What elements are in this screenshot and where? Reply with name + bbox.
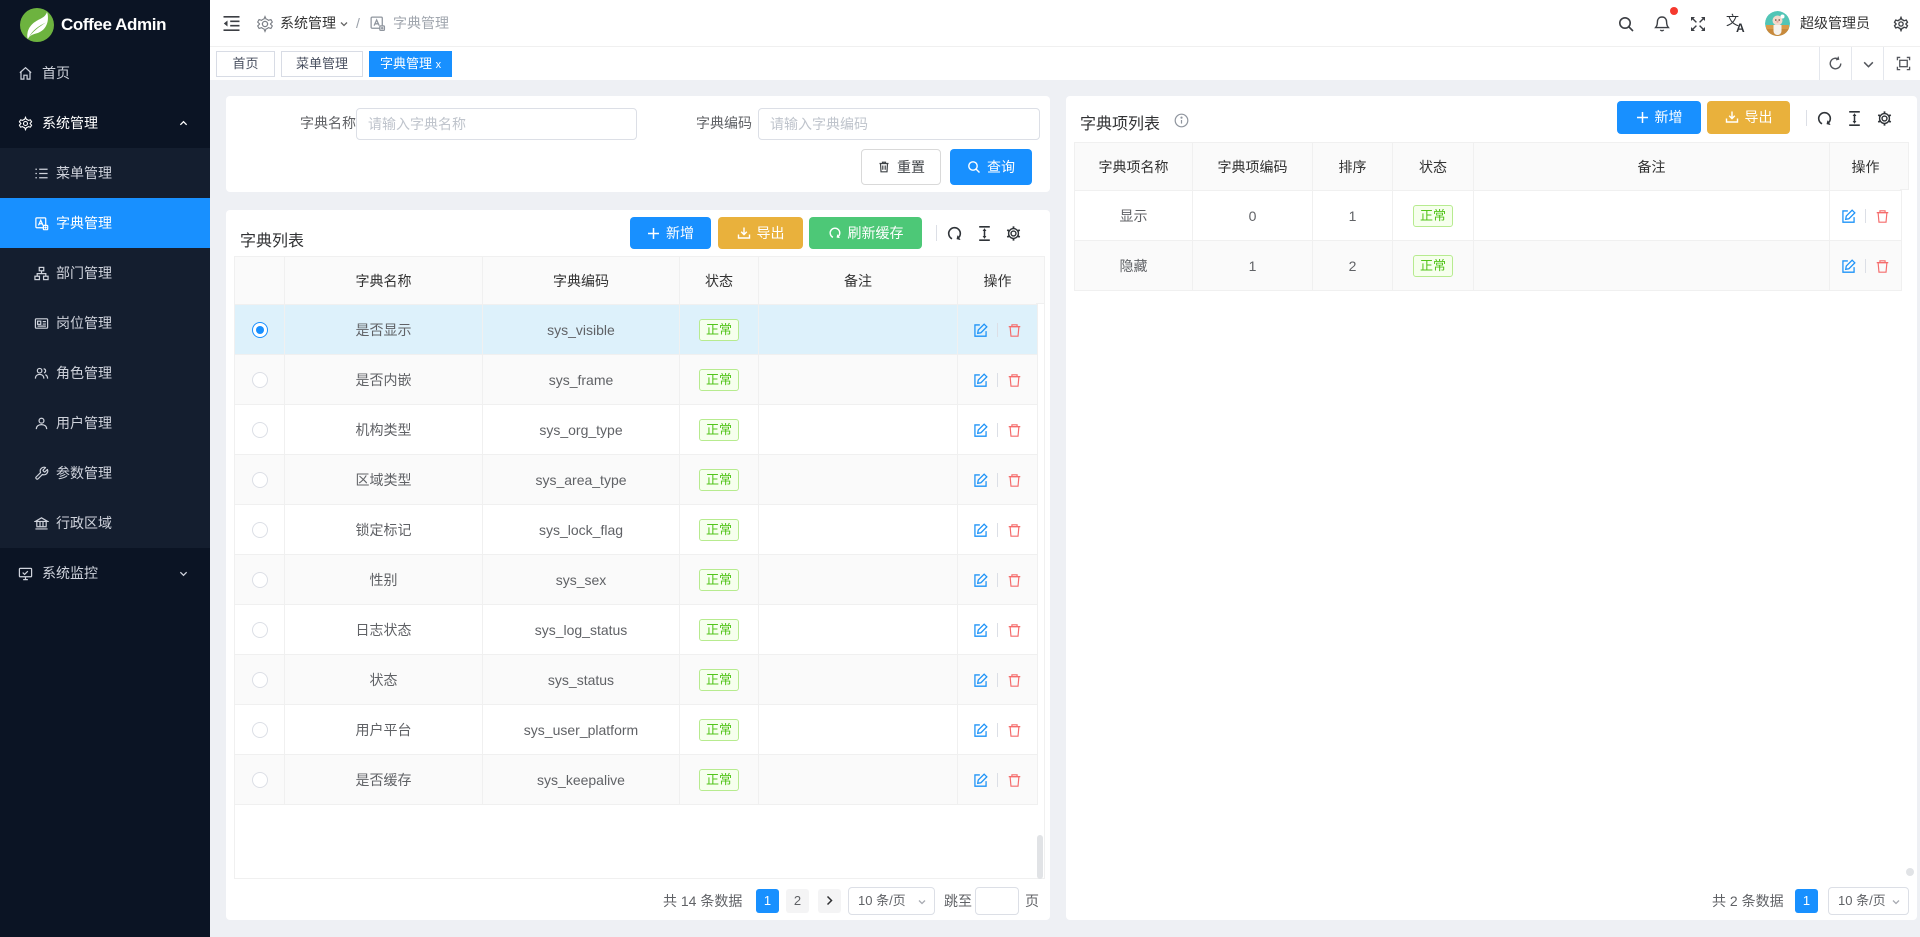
svg-text:A: A — [1736, 21, 1745, 34]
